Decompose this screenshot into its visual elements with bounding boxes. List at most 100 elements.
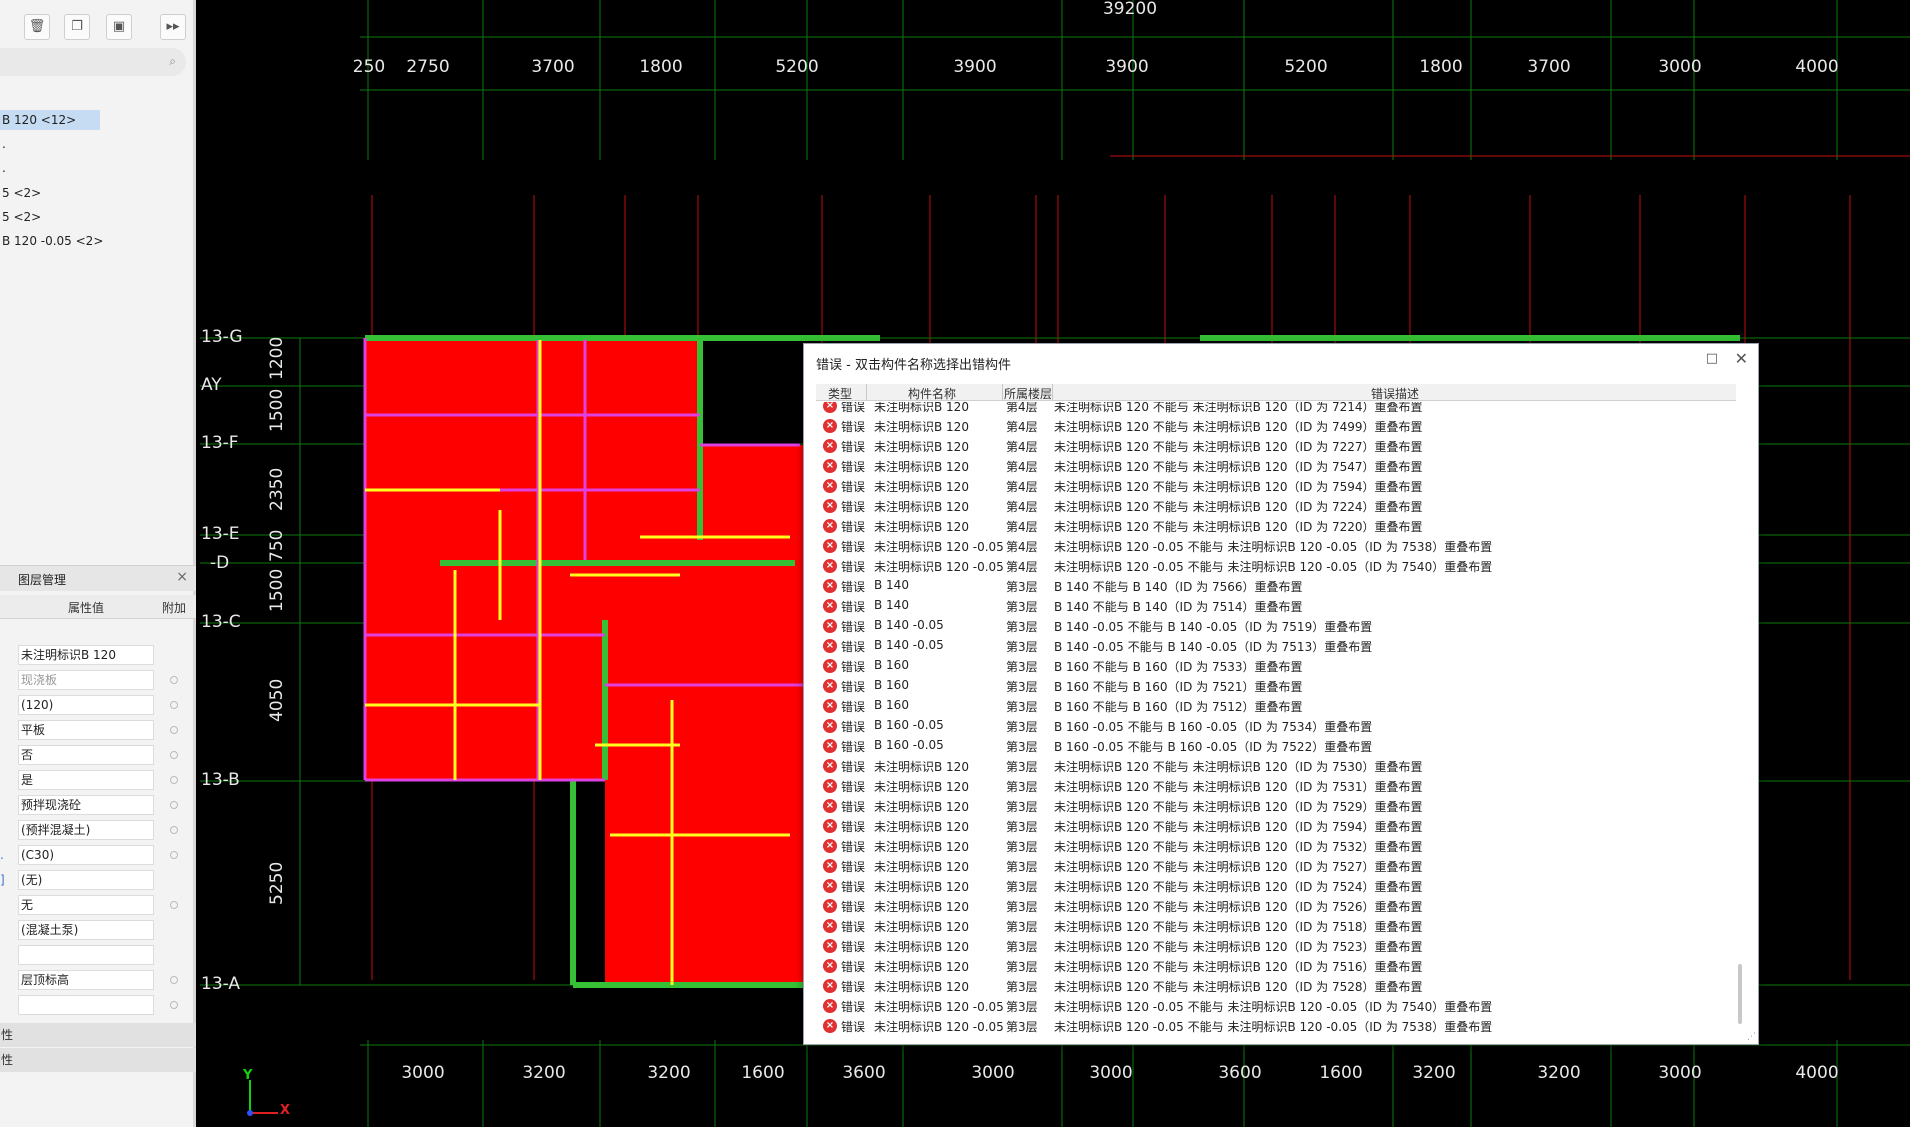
error-row[interactable]: × 错误 未注明标识B 120 第4层 未注明标识B 120 不能与 未注明标识B 12… xyxy=(816,496,1736,516)
component-name[interactable]: B 160 xyxy=(874,678,909,692)
error-row[interactable]: × 错误 未注明标识B 120 第4层 未注明标识B 120 不能与 未注明标识B 12… xyxy=(816,436,1736,456)
error-row[interactable]: × 错误 B 140 -0.05 第3层 B 140 -0.05 不能与 B 140 -… xyxy=(816,636,1736,656)
component-name[interactable]: 未注明标识B 120 -0.05 xyxy=(874,538,1004,555)
error-row[interactable]: × 错误 未注明标识B 120 第4层 未注明标识B 120 不能与 未注明标识B 12… xyxy=(816,416,1736,436)
component-name[interactable]: B 140 -0.05 xyxy=(874,618,944,632)
component-name[interactable]: 未注明标识B 120 xyxy=(874,938,969,955)
error-row[interactable]: × 错误 B 160 -0.05 第3层 B 160 -0.05 不能与 B 160 -… xyxy=(816,716,1736,736)
tree-item[interactable]: 5 <2> xyxy=(0,207,41,227)
component-name[interactable]: B 140 xyxy=(874,598,909,612)
error-row[interactable]: × 错误 未注明标识B 120 -0.05 第4层 未注明标识B 120 -0.05 不… xyxy=(816,536,1736,556)
property-value-field[interactable] xyxy=(18,995,154,1015)
component-name[interactable]: 未注明标识B 120 xyxy=(874,498,969,515)
error-row[interactable]: × 错误 未注明标识B 120 第3层 未注明标识B 120 不能与 未注明标识B 12… xyxy=(816,816,1736,836)
property-extra-toggle[interactable] xyxy=(170,826,178,834)
property-value-field[interactable]: 否 xyxy=(18,745,154,765)
error-row[interactable]: × 错误 未注明标识B 120 第3层 未注明标识B 120 不能与 未注明标识B 12… xyxy=(816,916,1736,936)
component-name[interactable]: 未注明标识B 120 xyxy=(874,402,969,415)
save-button[interactable]: ▣ xyxy=(106,14,132,40)
property-extra-toggle[interactable] xyxy=(170,676,178,684)
component-name[interactable]: B 160 -0.05 xyxy=(874,718,944,732)
error-row[interactable]: × 错误 未注明标识B 120 第3层 未注明标识B 120 不能与 未注明标识B 12… xyxy=(816,876,1736,896)
component-name[interactable]: B 160 xyxy=(874,658,909,672)
property-value-field[interactable]: 未注明标识B 120 xyxy=(18,645,154,665)
component-name[interactable]: 未注明标识B 120 -0.05 xyxy=(874,1018,1004,1035)
property-extra-toggle[interactable] xyxy=(170,1001,178,1009)
error-row[interactable]: × 错误 未注明标识B 120 第3层 未注明标识B 120 不能与 未注明标识B 12… xyxy=(816,776,1736,796)
property-extra-toggle[interactable] xyxy=(170,726,178,734)
scrollbar[interactable] xyxy=(1738,964,1742,1024)
component-name[interactable]: 未注明标识B 120 xyxy=(874,438,969,455)
delete-button[interactable]: 🗑 xyxy=(24,14,50,40)
property-value-field[interactable] xyxy=(18,945,154,965)
error-row[interactable]: × 错误 未注明标识B 120 -0.05 第4层 未注明标识B 120 -0.05 不… xyxy=(816,556,1736,576)
component-name[interactable]: 未注明标识B 120 xyxy=(874,418,969,435)
error-row[interactable]: × 错误 未注明标识B 120 第3层 未注明标识B 120 不能与 未注明标识B 12… xyxy=(816,756,1736,776)
search-input[interactable]: ⌕ xyxy=(0,48,186,76)
property-extra-toggle[interactable] xyxy=(170,851,178,859)
tree-item[interactable]: . xyxy=(0,158,6,178)
property-group[interactable]: 性 xyxy=(0,1048,196,1072)
tree-item[interactable]: . xyxy=(0,134,6,154)
component-name[interactable]: 未注明标识B 120 xyxy=(874,518,969,535)
component-name[interactable]: B 140 xyxy=(874,578,909,592)
error-row[interactable]: × 错误 未注明标识B 120 第3层 未注明标识B 120 不能与 未注明标识B 12… xyxy=(816,956,1736,976)
tree-item[interactable]: B 120 -0.05 <2> xyxy=(0,231,103,251)
resize-grip-icon[interactable]: ⋰ xyxy=(1747,1032,1756,1042)
property-extra-toggle[interactable] xyxy=(170,751,178,759)
component-name[interactable]: 未注明标识B 120 xyxy=(874,758,969,775)
more-button[interactable]: ▸▸ xyxy=(160,14,186,40)
error-row[interactable]: × 错误 B 160 第3层 B 160 不能与 B 160（ID 为 7512）重叠布… xyxy=(816,696,1736,716)
property-value-field[interactable]: (C30) xyxy=(18,845,154,865)
column-desc-header[interactable]: 错误描述 xyxy=(1371,385,1419,402)
property-value-field[interactable]: (120) xyxy=(18,695,154,715)
tree-item[interactable]: 5 <2> xyxy=(0,183,41,203)
component-name[interactable]: B 140 -0.05 xyxy=(874,638,944,652)
property-extra-toggle[interactable] xyxy=(170,776,178,784)
error-row[interactable]: × 错误 未注明标识B 120 -0.05 第3层 未注明标识B 120 -0.05 不… xyxy=(816,1016,1736,1036)
property-value-field[interactable]: (无) xyxy=(18,870,154,890)
property-value-field[interactable]: (预拌混凝土) xyxy=(18,820,154,840)
component-name[interactable]: B 160 -0.05 xyxy=(874,738,944,752)
property-value-field[interactable]: 层顶标高 xyxy=(18,970,154,990)
component-name[interactable]: 未注明标识B 120 xyxy=(874,818,969,835)
component-name[interactable]: 未注明标识B 120 xyxy=(874,898,969,915)
component-name[interactable]: B 160 xyxy=(874,698,909,712)
component-name[interactable]: 未注明标识B 120 xyxy=(874,918,969,935)
error-row[interactable]: × 错误 未注明标识B 120 第4层 未注明标识B 120 不能与 未注明标识B 12… xyxy=(816,516,1736,536)
error-row[interactable]: × 错误 B 140 第3层 B 140 不能与 B 140（ID 为 7514）重叠布… xyxy=(816,596,1736,616)
property-value-field[interactable]: 预拌现浇砼 xyxy=(18,795,154,815)
component-name[interactable]: 未注明标识B 120 xyxy=(874,458,969,475)
column-floor-header[interactable]: 所属楼层 xyxy=(1004,385,1052,402)
error-row[interactable]: × 错误 B 160 第3层 B 160 不能与 B 160（ID 为 7533）重叠布… xyxy=(816,656,1736,676)
property-value-field[interactable]: 平板 xyxy=(18,720,154,740)
copy-button[interactable]: ❐ xyxy=(64,14,90,40)
component-name[interactable]: 未注明标识B 120 xyxy=(874,878,969,895)
error-row[interactable]: × 错误 未注明标识B 120 第3层 未注明标识B 120 不能与 未注明标识B 12… xyxy=(816,836,1736,856)
error-row[interactable]: × 错误 未注明标识B 120 第4层 未注明标识B 120 不能与 未注明标识B 12… xyxy=(816,456,1736,476)
error-row[interactable]: × 错误 B 160 -0.05 第3层 B 160 -0.05 不能与 B 160 -… xyxy=(816,736,1736,756)
component-name[interactable]: 未注明标识B 120 xyxy=(874,798,969,815)
error-row[interactable]: × 错误 未注明标识B 120 第4层 未注明标识B 120 不能与 未注明标识B 12… xyxy=(816,402,1736,416)
component-name[interactable]: 未注明标识B 120 xyxy=(874,858,969,875)
maximize-icon[interactable]: □ xyxy=(1706,351,1718,366)
error-row[interactable]: × 错误 B 140 -0.05 第3层 B 140 -0.05 不能与 B 140 -… xyxy=(816,616,1736,636)
close-icon[interactable]: ✕ xyxy=(1735,349,1748,368)
component-name[interactable]: 未注明标识B 120 xyxy=(874,838,969,855)
error-row[interactable]: × 错误 未注明标识B 120 第3层 未注明标识B 120 不能与 未注明标识B 12… xyxy=(816,856,1736,876)
property-value-field[interactable]: (混凝土泵) xyxy=(18,920,154,940)
error-row[interactable]: × 错误 未注明标识B 120 -0.05 第3层 未注明标识B 120 -0.05 不… xyxy=(816,996,1736,1016)
column-type-header[interactable]: 类型 xyxy=(828,385,852,402)
property-group[interactable]: 性 xyxy=(0,1023,196,1047)
property-extra-toggle[interactable] xyxy=(170,801,178,809)
close-icon[interactable]: × xyxy=(176,569,188,585)
error-row[interactable]: × 错误 未注明标识B 120 第4层 未注明标识B 120 不能与 未注明标识B 12… xyxy=(816,476,1736,496)
component-name[interactable]: 未注明标识B 120 xyxy=(874,978,969,995)
property-value-field[interactable]: 现浇板 xyxy=(18,670,154,690)
error-row[interactable]: × 错误 未注明标识B 120 第3层 未注明标识B 120 不能与 未注明标识B 12… xyxy=(816,896,1736,916)
column-name-header[interactable]: 构件名称 xyxy=(908,385,956,402)
error-row[interactable]: × 错误 未注明标识B 120 第3层 未注明标识B 120 不能与 未注明标识B 12… xyxy=(816,796,1736,816)
component-name[interactable]: 未注明标识B 120 -0.05 xyxy=(874,558,1004,575)
component-name[interactable]: 未注明标识B 120 xyxy=(874,778,969,795)
property-value-field[interactable]: 是 xyxy=(18,770,154,790)
